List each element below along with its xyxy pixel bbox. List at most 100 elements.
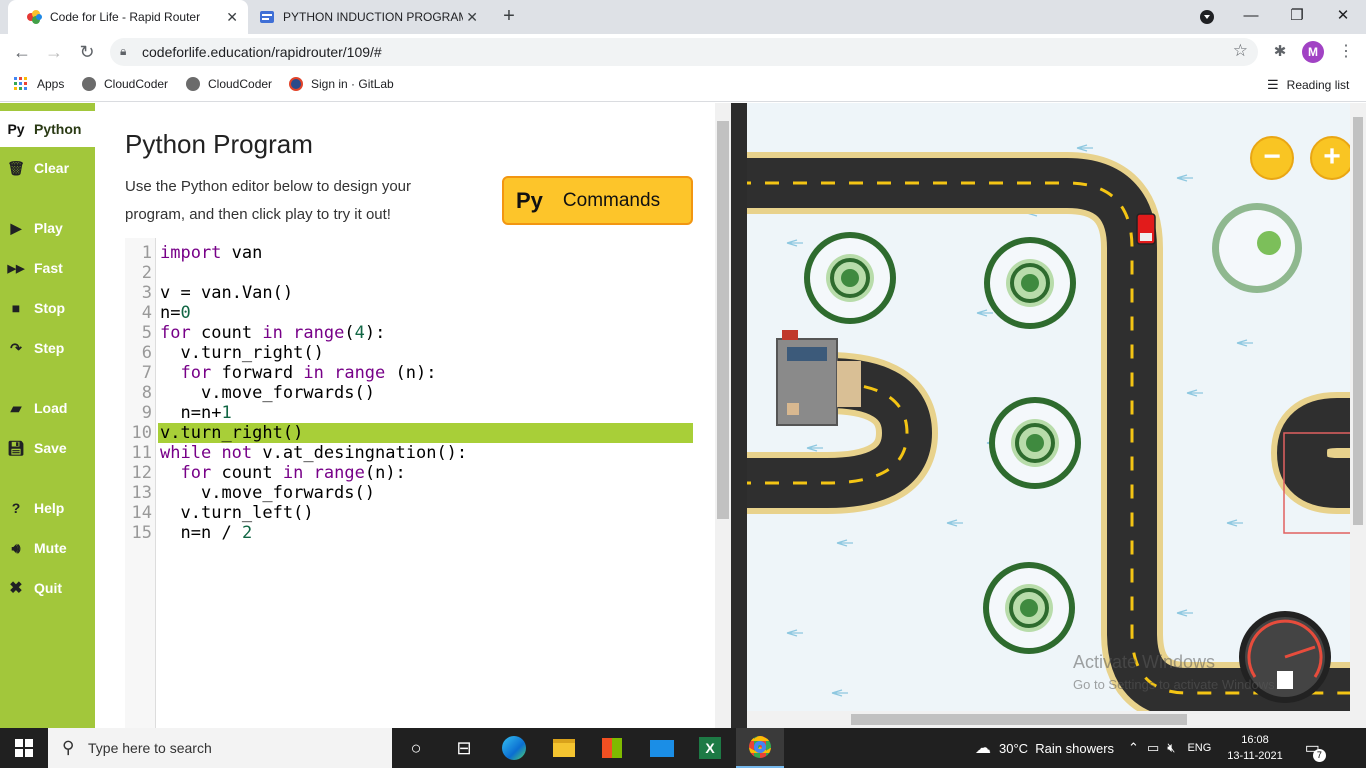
code-text: n=n+1 <box>180 403 232 423</box>
tab-rapid-router[interactable]: Code for Life - Rapid Router ✕ <box>8 0 248 34</box>
tab-title: Code for Life - Rapid Router <box>50 10 201 24</box>
code-text: import van <box>160 243 263 263</box>
line-number: 2 <box>141 263 152 283</box>
file-explorer-icon[interactable] <box>540 728 588 768</box>
maximize-button[interactable]: ❐ <box>1274 0 1320 34</box>
sidebar-item-python[interactable]: Py Python <box>0 111 95 147</box>
line-number: 7 <box>141 363 152 383</box>
close-icon: ✖ <box>9 580 23 597</box>
code-line[interactable]: 2 <box>125 263 695 283</box>
reload-icon[interactable]: ↻ <box>75 40 99 64</box>
close-window-button[interactable]: ✕ <box>1320 0 1366 34</box>
network-icon[interactable]: ▭ <box>1147 740 1159 756</box>
apps-grid-icon <box>14 77 27 90</box>
volume-muted-icon[interactable]: 🔇︎ <box>1167 740 1175 756</box>
minimize-button[interactable]: — <box>1228 0 1274 34</box>
back-arrow-icon[interactable]: ← <box>10 40 34 64</box>
code-text: while not v.at_desingnation(): <box>160 443 468 463</box>
pane-divider[interactable] <box>731 103 747 728</box>
code-line[interactable]: 10 v.turn_right() <box>125 423 695 443</box>
forward-arrow-icon[interactable]: → <box>42 40 66 64</box>
profile-avatar[interactable]: M <box>1302 41 1324 63</box>
sidebar-item-load[interactable]: ▰ Load <box>0 390 95 426</box>
new-tab-button[interactable]: + <box>498 5 520 27</box>
code-line[interactable]: 9 n=n+1 <box>125 403 695 423</box>
activate-windows-watermark: Activate Windows Go to Settings to activ… <box>1073 652 1278 692</box>
watermark-subtitle: Go to Settings to activate Windows. <box>1073 677 1279 692</box>
sidebar-item-label: Clear <box>34 160 70 176</box>
scrollbar-thumb[interactable] <box>1353 117 1363 525</box>
sidebar-item-clear[interactable]: 🗑︎ Clear <box>0 150 95 186</box>
commands-button[interactable]: Py Commands <box>502 176 693 225</box>
bookmark-star-icon[interactable]: ☆ <box>1233 41 1248 61</box>
sidebar-item-stop[interactable]: ■ Stop <box>0 290 95 326</box>
clock[interactable]: 16:08 13-11-2021 <box>1227 732 1282 764</box>
sidebar-item-step[interactable]: ↷ Step <box>0 330 95 366</box>
chrome-icon[interactable] <box>736 728 784 768</box>
sidebar-item-quit[interactable]: ✖ Quit <box>0 570 95 606</box>
sidebar-item-fast[interactable]: ▶▶ Fast <box>0 250 95 286</box>
cortana-icon[interactable]: ○ <box>392 728 440 768</box>
sidebar-item-mute[interactable]: 🔊︎ Mute <box>0 530 95 566</box>
edge-icon[interactable] <box>490 728 538 768</box>
tab-search-icon[interactable] <box>1184 0 1230 34</box>
bookmark-apps[interactable]: Apps <box>14 77 64 91</box>
code-line[interactable]: 13 v.move_forwards() <box>125 483 695 503</box>
code-line[interactable]: 1 import van <box>125 243 695 263</box>
zoom-in-button[interactable]: + <box>1310 136 1350 180</box>
game-vertical-scrollbar[interactable] <box>1350 103 1366 728</box>
tab-close-icon[interactable]: ✕ <box>466 9 478 26</box>
weather-cloud-icon[interactable]: ☁ <box>975 738 991 758</box>
taskbar-search-input[interactable]: ⚲ Type here to search <box>48 728 392 768</box>
stop-icon: ■ <box>11 300 21 316</box>
code-line[interactable]: 11 while not v.at_desingnation(): <box>125 443 695 463</box>
code-line[interactable]: 7 for forward in range (n): <box>125 363 695 383</box>
tab-close-icon[interactable]: ✕ <box>226 9 238 26</box>
chevron-up-icon[interactable]: ⌃ <box>1128 740 1139 756</box>
code-line[interactable]: 14 v.turn_left() <box>125 503 695 523</box>
line-number: 12 <box>131 463 152 483</box>
scrollbar-thumb[interactable] <box>851 714 1187 725</box>
code-text: for count in range(4): <box>160 323 386 343</box>
code-line[interactable]: 5 for count in range(4): <box>125 323 695 343</box>
tab-python-induction[interactable]: PYTHON INDUCTION PROGRAM ✕ <box>250 0 488 34</box>
mail-icon[interactable] <box>638 728 686 768</box>
notification-center-icon[interactable]: ▭ 7 <box>1305 738 1326 762</box>
code-line[interactable]: 8 v.move_forwards() <box>125 383 695 403</box>
code-line[interactable]: 3 v = van.Van() <box>125 283 695 303</box>
code-text: v.turn_right() <box>158 423 693 443</box>
bookmark-gitlab[interactable]: Sign in · GitLab <box>289 77 394 91</box>
microsoft-store-icon[interactable] <box>588 728 636 768</box>
code-line[interactable]: 6 v.turn_right() <box>125 343 695 363</box>
address-bar[interactable]: 🔒︎ codeforlife.education/rapidrouter/109… <box>110 38 1258 66</box>
start-button[interactable] <box>0 728 48 768</box>
code-editor[interactable]: 1 import van 2 3 v = van.Van() 4 n=0 5 for count… <box>125 238 695 728</box>
clock-date: 13-11-2021 <box>1227 750 1283 762</box>
excel-icon[interactable]: X <box>686 728 734 768</box>
zoom-out-button[interactable]: − <box>1250 136 1294 180</box>
scrollbar-thumb[interactable] <box>717 121 729 519</box>
game-map-canvas[interactable]: − + <box>747 103 1350 711</box>
code-line[interactable]: 4 n=0 <box>125 303 695 323</box>
sidebar-item-play[interactable]: ▶ Play <box>0 210 95 246</box>
menu-kebab-icon[interactable]: ⋮ <box>1334 40 1358 64</box>
play-icon: ▶ <box>10 219 22 236</box>
code-line[interactable]: 12 for count in range(n): <box>125 463 695 483</box>
code-line[interactable]: 15 n=n / 2 <box>125 523 695 543</box>
line-number: 1 <box>141 243 152 263</box>
task-view-icon[interactable]: ⊟ <box>440 728 488 768</box>
bookmark-cloudcoder-1[interactable]: CloudCoder <box>82 77 168 91</box>
extensions-puzzle-icon[interactable]: ✱ <box>1268 40 1292 64</box>
reading-list-button[interactable]: ☰ Reading list <box>1267 77 1349 93</box>
game-horizontal-scrollbar[interactable] <box>747 711 1350 728</box>
search-placeholder: Type here to search <box>88 740 212 756</box>
speaker-icon: 🔊︎ <box>11 539 21 556</box>
editor-scrollbar[interactable] <box>715 103 731 728</box>
language-indicator[interactable]: ENG <box>1187 742 1211 754</box>
code-for-life-favicon-icon <box>27 10 42 24</box>
bookmark-cloudcoder-2[interactable]: CloudCoder <box>186 77 272 91</box>
weather-text[interactable]: 30°C Rain showers <box>999 741 1114 756</box>
browser-tab-strip: Code for Life - Rapid Router ✕ PYTHON IN… <box>0 0 1366 34</box>
sidebar-item-help[interactable]: ? Help <box>0 490 95 526</box>
sidebar-item-save[interactable]: 💾︎ Save <box>0 430 95 466</box>
